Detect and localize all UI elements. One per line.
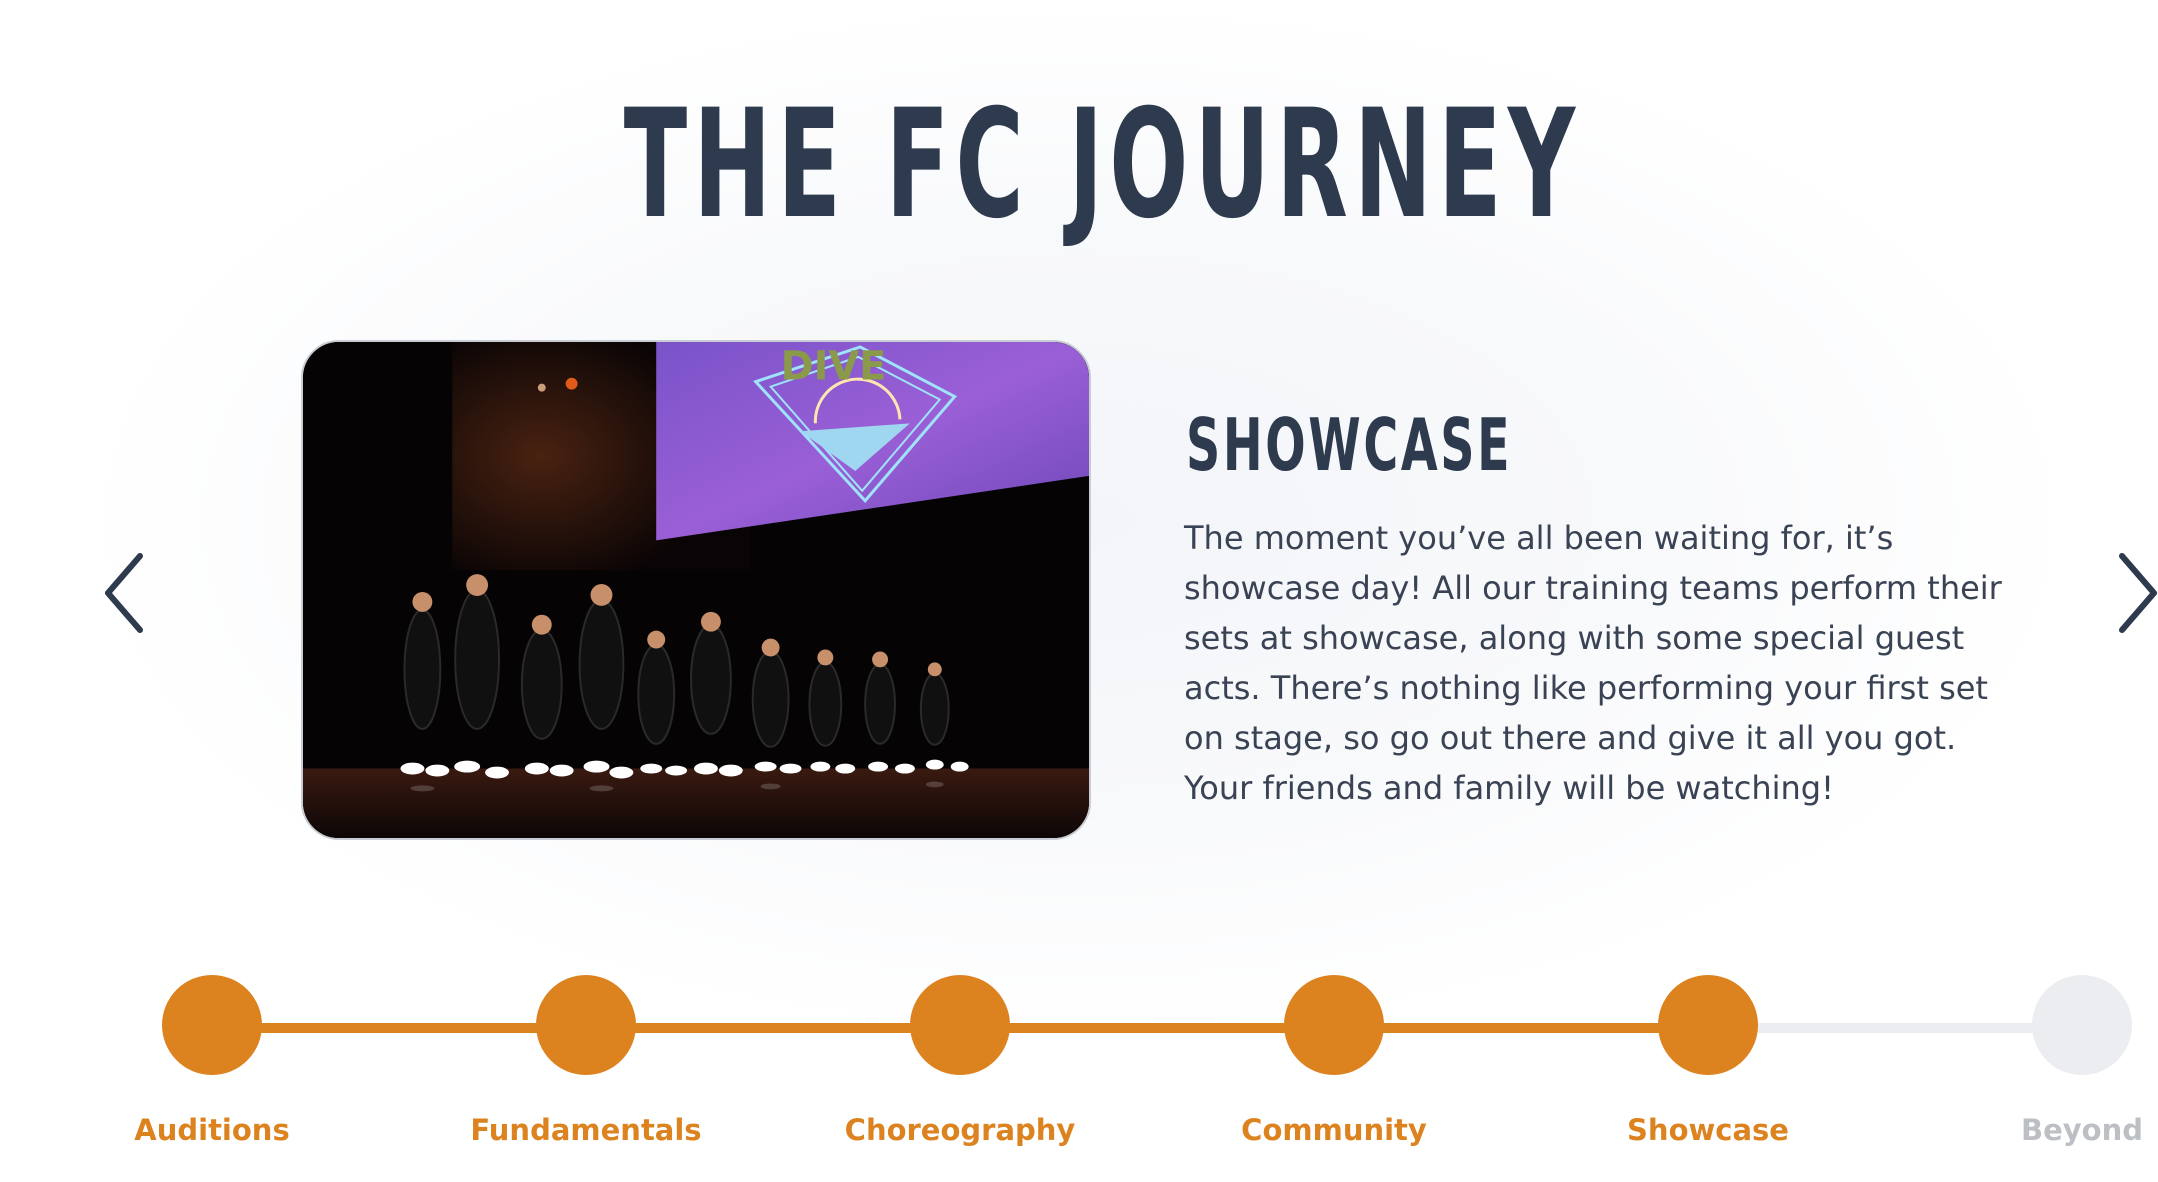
chevron-left-icon <box>105 553 143 633</box>
timeline-label-choreography[interactable]: Choreography <box>830 1113 1090 1147</box>
timeline-label-fundamentals[interactable]: Fundamentals <box>456 1113 716 1147</box>
timeline-node-choreography[interactable] <box>910 975 1010 1075</box>
chevron-right-icon <box>2119 553 2157 633</box>
svg-text:DIVE: DIVE <box>781 344 887 390</box>
timeline-label-beyond[interactable]: Beyond <box>1952 1113 2158 1147</box>
journey-timeline: Auditions Fundamentals Choreography Comm… <box>0 975 2158 1155</box>
page-title: THE FC JOURNEY <box>623 78 1582 252</box>
slide-image: DIVE <box>301 340 1091 840</box>
timeline-label-auditions[interactable]: Auditions <box>82 1113 342 1147</box>
timeline-node-showcase[interactable] <box>1658 975 1758 1075</box>
carousel-next-button[interactable] <box>2108 548 2158 638</box>
timeline-label-community[interactable]: Community <box>1204 1113 1464 1147</box>
timeline-node-auditions[interactable] <box>162 975 262 1075</box>
timeline-remaining-track <box>1709 1023 2082 1033</box>
carousel-prev-button[interactable] <box>100 548 160 638</box>
slide-description: The moment you’ve all been waiting for, … <box>1184 519 2002 807</box>
slide-heading: SHOWCASE <box>1186 403 1513 487</box>
timeline-node-community[interactable] <box>1284 975 1384 1075</box>
timeline-label-showcase[interactable]: Showcase <box>1578 1113 1838 1147</box>
stage-photo: DIVE <box>303 342 1089 838</box>
journey-section: THE FC JOURNEY DIVE SHOWCASE The moment … <box>0 0 2158 1182</box>
timeline-node-fundamentals[interactable] <box>536 975 636 1075</box>
timeline-node-beyond[interactable] <box>2032 975 2132 1075</box>
